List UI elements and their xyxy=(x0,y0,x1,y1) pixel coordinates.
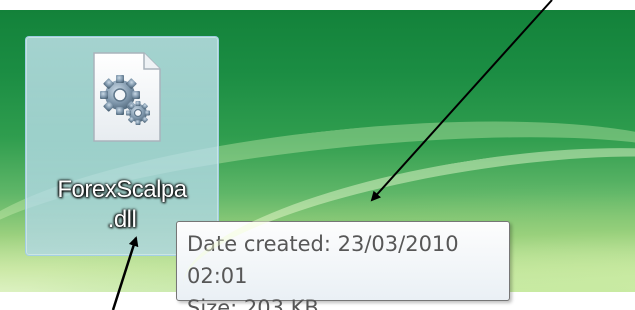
screenshot-stage: ForexScalpa .dll Date created: 23/03/201… xyxy=(0,0,635,310)
arrow-to-filename xyxy=(111,236,139,310)
arrow-to-tooltip xyxy=(370,0,553,202)
annotation-arrows xyxy=(111,0,553,310)
